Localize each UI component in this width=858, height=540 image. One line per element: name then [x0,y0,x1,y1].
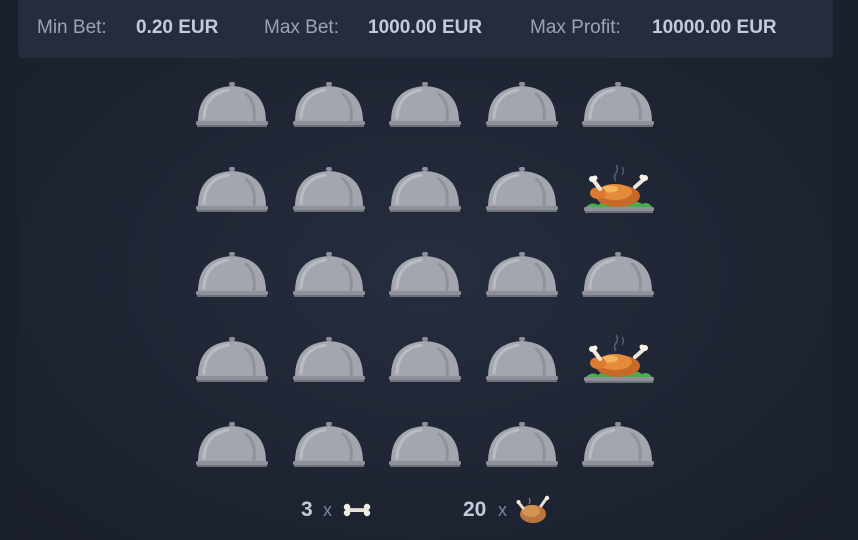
cloche-tile-r3-c4[interactable] [484,248,560,304]
cloche-icon [484,418,560,474]
cloche-tile-r1-c2[interactable] [291,78,367,134]
cloche-tile-r1-c3[interactable] [387,78,463,134]
chicken-count: 20 [463,498,487,521]
cloche-tile-r2-c3[interactable] [387,163,463,219]
cloche-tile-r1-c5[interactable] [580,78,656,134]
max-profit-value: 10000.00 EUR [652,17,777,38]
mines-game-page: Min Bet: 0.20 EUR Max Bet: 1000.00 EUR M… [0,0,858,540]
cloche-tile-r5-c5[interactable] [580,418,656,474]
roast-chicken-icon [580,333,656,389]
cloche-tile-r5-c3[interactable] [387,418,463,474]
cloche-tile-r1-c1[interactable] [194,78,270,134]
min-bet-value: 0.20 EUR [136,17,219,38]
revealed-chicken-tile-r2-c5 [580,163,656,219]
cloche-icon [580,418,656,474]
cloche-tile-r3-c3[interactable] [387,248,463,304]
cloche-icon [194,333,270,389]
cloche-tile-r4-c4[interactable] [484,333,560,389]
cloche-tile-r3-c1[interactable] [194,248,270,304]
cloche-icon [387,418,463,474]
roast-chicken-icon [580,163,656,219]
max-profit-stat: Max Profit: 10000.00 EUR [530,16,777,40]
chicken-times-sign: x [498,500,507,520]
cloche-icon [194,78,270,134]
cloche-tile-r2-c4[interactable] [484,163,560,219]
cloche-tile-r3-c2[interactable] [291,248,367,304]
max-bet-value: 1000.00 EUR [368,17,483,38]
cloche-icon [387,333,463,389]
revealed-chicken-tile-r4-c5 [580,333,656,389]
cloche-tile-r4-c1[interactable] [194,333,270,389]
bone-count: 3 [301,498,313,521]
min-bet-stat: Min Bet: 0.20 EUR [37,16,218,40]
cloche-icon [291,333,367,389]
cloche-icon [484,333,560,389]
cloche-icon [387,248,463,304]
max-profit-label: Max Profit: [530,17,621,38]
cloche-icon [484,248,560,304]
bone-icon [342,502,372,523]
max-bet-label: Max Bet: [264,17,339,38]
cloche-tile-r3-c5[interactable] [580,248,656,304]
cloche-icon [194,163,270,219]
cloche-icon [387,78,463,134]
min-bet-label: Min Bet: [37,17,107,38]
cloche-tile-r4-c3[interactable] [387,333,463,389]
cloche-icon [484,78,560,134]
cloche-tile-r4-c2[interactable] [291,333,367,389]
summary-bar: 3 x 20 x [0,494,858,528]
roast-chicken-icon [515,494,551,531]
max-bet-stat: Max Bet: 1000.00 EUR [264,16,482,40]
cloche-tile-r5-c2[interactable] [291,418,367,474]
cloche-tile-r5-c1[interactable] [194,418,270,474]
cloche-tile-r2-c2[interactable] [291,163,367,219]
cloche-tile-r2-c1[interactable] [194,163,270,219]
cloche-icon [194,418,270,474]
cloche-icon [580,248,656,304]
bone-times-sign: x [323,500,332,520]
cloche-icon [580,78,656,134]
cloche-icon [291,418,367,474]
cloche-icon [484,163,560,219]
cloche-icon [291,163,367,219]
cloche-tile-r5-c4[interactable] [484,418,560,474]
cloche-icon [194,248,270,304]
cloche-icon [291,78,367,134]
cloche-icon [291,248,367,304]
cloche-tile-r1-c4[interactable] [484,78,560,134]
cloche-icon [387,163,463,219]
